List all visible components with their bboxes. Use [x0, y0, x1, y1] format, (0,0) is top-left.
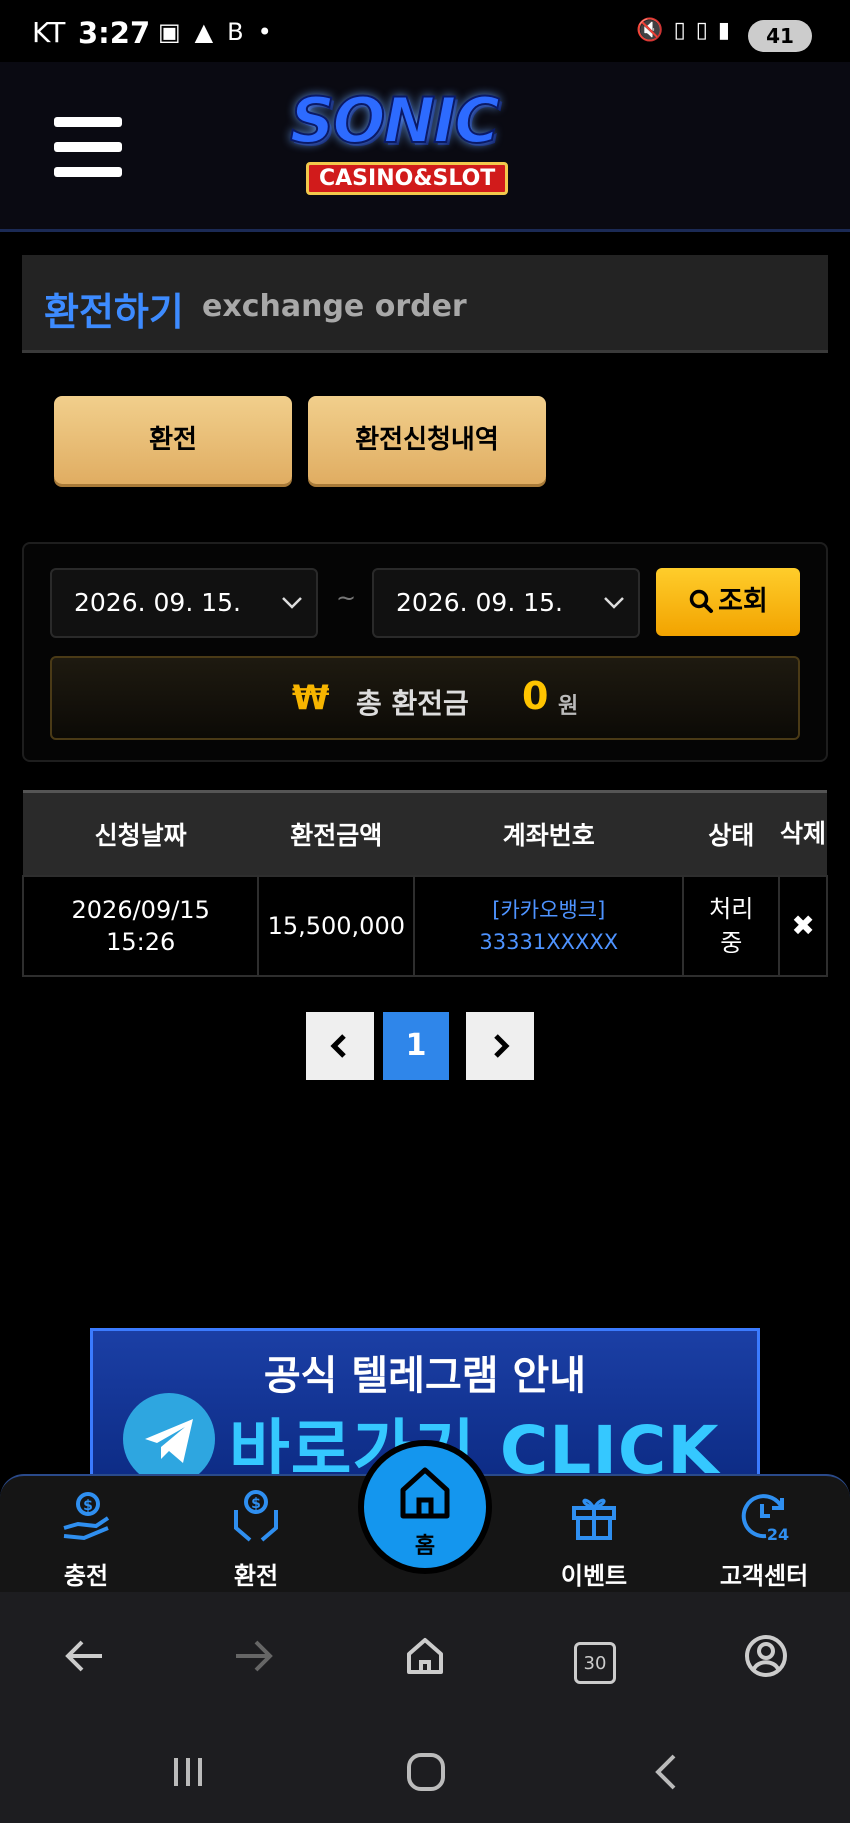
nav-charge-label: 충전	[63, 1562, 109, 1590]
header-account: 계좌번호	[414, 790, 684, 876]
nav-customer-center-label: 고객센터	[719, 1562, 809, 1590]
total-amount: 0	[522, 674, 549, 718]
total-exchange-summary: ₩ 총 환전금 0 원	[50, 656, 800, 740]
total-label: 총 환전금	[356, 687, 469, 720]
forward-arrow-icon[interactable]	[224, 1626, 284, 1686]
nav-event-label: 이벤트	[560, 1562, 628, 1590]
delete-icon[interactable]: ✖	[778, 874, 828, 977]
chevron-down-icon	[280, 570, 304, 662]
system-back-icon[interactable]	[636, 1742, 696, 1802]
svg-text:$: $	[83, 1498, 93, 1514]
page-title-box: 환전하기 exchange order	[22, 255, 828, 353]
date-separator: ~	[336, 584, 357, 612]
chevron-left-icon	[330, 1034, 346, 1058]
svg-text:$: $	[251, 1496, 261, 1512]
tab-exchange[interactable]: 환전	[54, 396, 292, 484]
back-arrow-icon[interactable]	[54, 1626, 114, 1686]
logo-main-text: SONIC	[289, 83, 501, 158]
support-24-icon: 24	[694, 1488, 834, 1555]
end-date-select[interactable]: 2026. 09. 15.	[372, 568, 640, 638]
battery-indicator: 41	[748, 20, 812, 52]
next-page-button[interactable]	[466, 1012, 534, 1080]
tab-count: 30	[574, 1642, 616, 1684]
header-delete: 삭제	[779, 790, 827, 876]
row-time: 15:26	[106, 927, 176, 956]
row-bank: [카카오뱅크]	[492, 897, 606, 922]
profile-icon[interactable]	[736, 1626, 796, 1686]
table-row: 2026/09/15 15:26 15,500,000 [카카오뱅크] 3333…	[21, 874, 828, 977]
cell-account: [카카오뱅크] 33331XXXXX	[413, 874, 685, 977]
page-subtitle: exchange order	[202, 289, 467, 324]
deposit-hand-icon: $	[16, 1488, 156, 1555]
system-nav-bar	[0, 1722, 850, 1823]
clock: 3:27	[78, 16, 151, 50]
search-button[interactable]: 조회	[656, 568, 800, 636]
header-date: 신청날짜	[23, 790, 259, 876]
nav-charge[interactable]: $ 충전	[16, 1476, 156, 1594]
nav-event[interactable]: 이벤트	[524, 1476, 664, 1594]
header-status: 상태	[683, 790, 780, 876]
page-1-button[interactable]: 1	[383, 1012, 449, 1080]
exchange-hands-icon: $	[186, 1488, 326, 1555]
status-bar: KT 3:27 ▣▲B• 🔇▯▯▮ 41	[0, 0, 850, 62]
prev-page-button[interactable]	[306, 1012, 374, 1080]
won-icon: ₩	[292, 678, 330, 718]
gift-icon	[524, 1488, 664, 1555]
cell-date: 2026/09/15 15:26	[21, 874, 260, 977]
search-icon	[689, 589, 714, 613]
search-button-label: 조회	[718, 586, 768, 617]
chevron-right-icon	[494, 1034, 510, 1058]
total-unit: 원	[558, 694, 579, 719]
cell-status: 처리중	[682, 874, 781, 977]
carrier-label: KT	[32, 16, 66, 49]
site-logo[interactable]: SONIC CASINO&SLOT	[258, 83, 598, 202]
chevron-down-icon	[602, 570, 626, 662]
nav-exchange[interactable]: $ 환전	[186, 1476, 326, 1594]
cell-amount: 15,500,000	[257, 874, 416, 977]
svg-text:24: 24	[767, 1525, 789, 1544]
menu-icon[interactable]	[54, 117, 122, 177]
nav-home-label: 홈	[414, 1534, 436, 1559]
browser-toolbar: 30	[0, 1592, 850, 1722]
tab-exchange-history[interactable]: 환전신청내역	[308, 396, 546, 484]
exchange-history-table: 신청날짜 환전금액 계좌번호 상태 삭제 2026/09/15 15:26 15…	[21, 790, 828, 977]
row-date: 2026/09/15	[71, 895, 210, 924]
nav-home-button[interactable]: 홈	[358, 1440, 492, 1574]
site-header: SONIC CASINO&SLOT	[0, 62, 850, 232]
system-home-icon[interactable]	[396, 1742, 456, 1802]
tabs-button[interactable]: 30	[565, 1626, 625, 1686]
row-status: 처리중	[709, 894, 754, 957]
end-date-value: 2026. 09. 15.	[396, 588, 563, 617]
telegram-icon	[123, 1393, 215, 1475]
start-date-value: 2026. 09. 15.	[74, 588, 241, 617]
system-status-icons: 🔇▯▯▮	[636, 18, 740, 43]
page-title: 환전하기	[44, 290, 184, 334]
table-header-row: 신청날짜 환전금액 계좌번호 상태 삭제	[23, 790, 827, 876]
header-amount: 환전금액	[258, 790, 415, 876]
filter-panel: 2026. 09. 15. ~ 2026. 09. 15. 조회 ₩ 총 환전금…	[22, 542, 828, 762]
notification-icons: ▣▲B•	[158, 18, 286, 46]
row-account: 33331XXXXX	[479, 929, 619, 954]
recent-apps-icon[interactable]	[158, 1742, 218, 1802]
start-date-select[interactable]: 2026. 09. 15.	[50, 568, 318, 638]
browser-home-icon[interactable]	[395, 1626, 455, 1686]
nav-exchange-label: 환전	[233, 1562, 279, 1590]
home-icon	[364, 1464, 486, 1531]
nav-customer-center[interactable]: 24 고객센터	[694, 1476, 834, 1594]
logo-sub-text: CASINO&SLOT	[306, 162, 509, 195]
